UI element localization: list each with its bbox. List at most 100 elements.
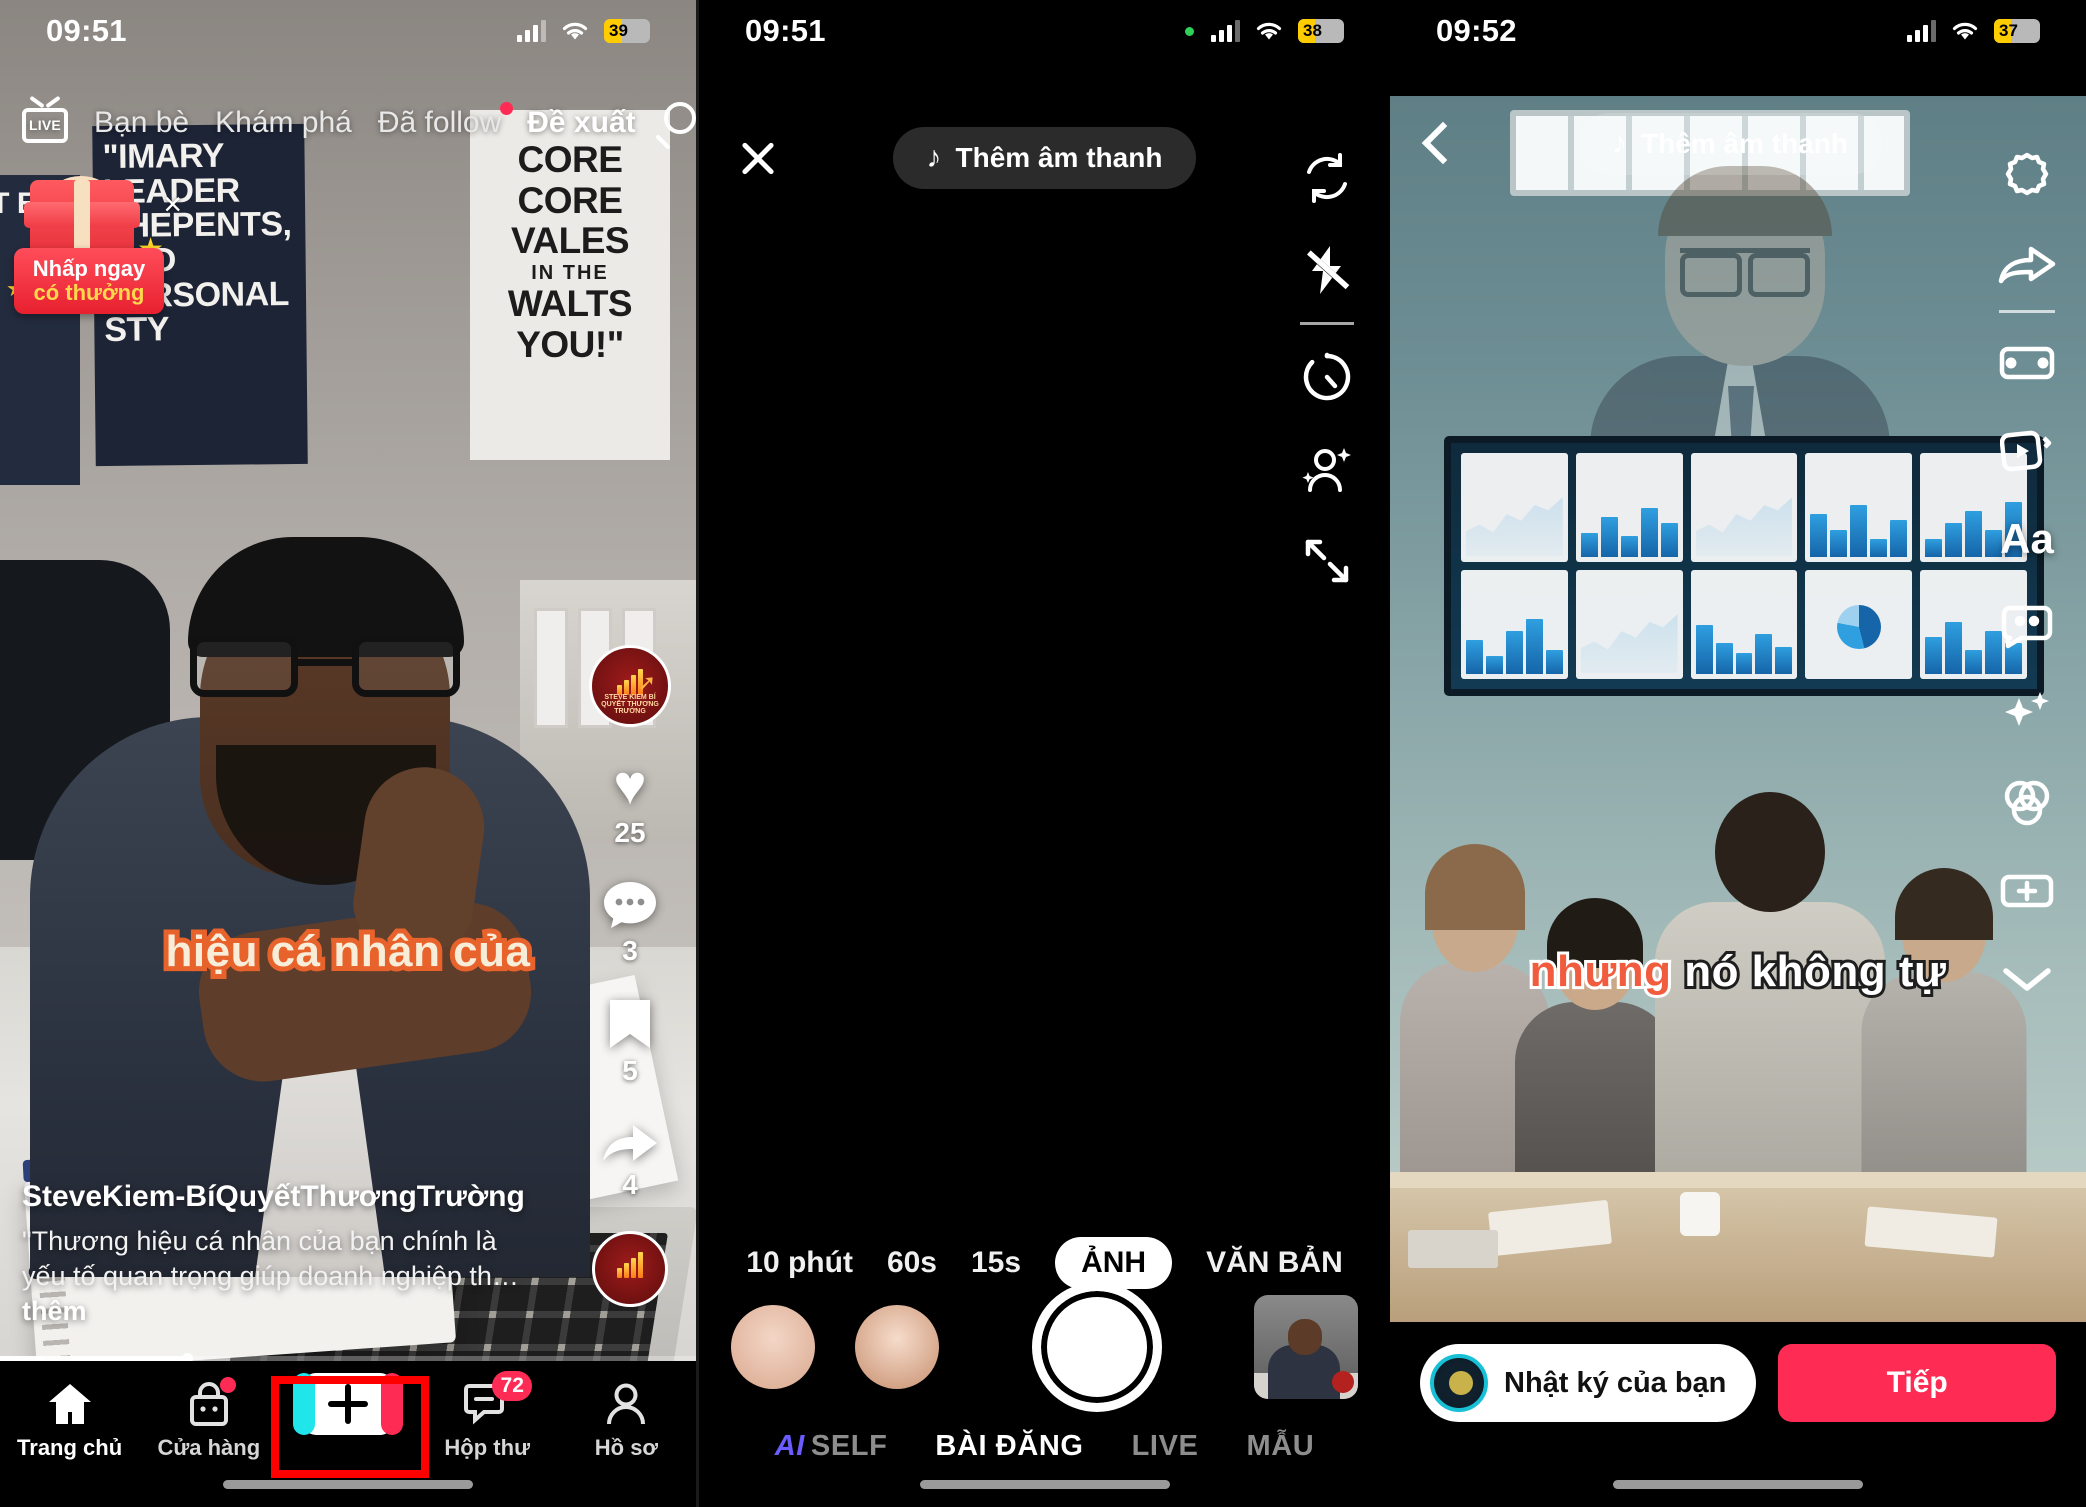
eyeglasses (190, 635, 460, 697)
comment-button[interactable]: 3 (602, 879, 658, 967)
create-plus-icon[interactable] (293, 1373, 403, 1435)
flash-off-icon[interactable] (1300, 224, 1354, 316)
gift-promo-banner[interactable]: ★ ★ Nhấp ngay có thưởng × (6, 172, 182, 322)
poster-line-small: IN THE (531, 262, 609, 285)
shop-notification-dot (219, 1377, 236, 1393)
trim-clip-icon[interactable] (1999, 319, 2055, 407)
status-time: 09:51 (46, 13, 127, 48)
nav-tab-following[interactable]: Đã follow (378, 102, 514, 140)
effect-thumbnail-1[interactable] (731, 1305, 815, 1389)
subtitle-rest: nó không tự (1671, 944, 1949, 999)
text-icon[interactable]: Aa (2000, 495, 2054, 583)
poster-line-5: YOU!" (516, 323, 624, 365)
camera-active-dot (1185, 26, 1194, 36)
nav-tab-explore[interactable]: Khám phá (215, 106, 352, 140)
next-button[interactable]: Tiếp (1778, 1344, 2056, 1422)
live-icon[interactable]: LIVE (22, 95, 68, 143)
filter-icon[interactable] (1999, 759, 2055, 847)
poster-line-4: WALTS (507, 283, 633, 325)
battery-icon: 37 (1994, 19, 2040, 43)
table-tablet (1408, 1230, 1498, 1268)
like-count: 25 (614, 817, 646, 848)
camera-tab-template[interactable]: MẪU (1246, 1430, 1314, 1463)
video-subtitle: hiệu cá nhân của (161, 922, 535, 981)
settings-gear-icon[interactable] (2000, 132, 2054, 220)
beautify-icon[interactable] (1299, 423, 1355, 515)
inbox-icon: 72 (464, 1371, 533, 1427)
cellular-signal-icon (517, 20, 546, 42)
tab-inbox[interactable]: 72 Hộp thư (418, 1371, 557, 1461)
avatar[interactable]: ➚ STEVE KIEM BÍ QUYẾT THƯƠNG TRƯỜNG (589, 645, 671, 727)
rail-divider (1300, 322, 1354, 325)
status-bar-feed: 09:51 39 (0, 0, 696, 62)
like-button[interactable]: ♥ 25 (613, 757, 646, 849)
add-icon[interactable] (1999, 847, 2055, 935)
dashboard-chart-cell (1575, 570, 1683, 679)
flip-camera-icon[interactable] (1299, 132, 1355, 224)
editor-preview-canvas[interactable] (1390, 96, 2086, 1322)
ai-prefix-label: AI (774, 1429, 805, 1462)
coffee-cup (1680, 1192, 1720, 1236)
home-indicator (1613, 1480, 1863, 1489)
tab-profile-label: Hồ sơ (594, 1435, 659, 1460)
tab-profile[interactable]: Hồ sơ (557, 1381, 696, 1461)
camera-top-bar: ♪ Thêm âm thanh (699, 122, 1390, 194)
gallery-thumbnail[interactable] (1254, 1295, 1358, 1399)
share-arrow-icon[interactable] (1998, 220, 2056, 308)
promo-line-1: Nhấp ngay (32, 256, 146, 282)
nav-tab-friends[interactable]: Bạn bè (94, 106, 189, 140)
wifi-icon (1256, 22, 1282, 40)
promo-plate[interactable]: Nhấp ngay có thưởng (14, 248, 164, 314)
video-subtitle: nhưng nó không tự (1527, 944, 1949, 999)
close-icon[interactable] (735, 135, 781, 181)
tab-create[interactable] (278, 1373, 417, 1435)
nav-tab-foryou[interactable]: Đề xuất (527, 106, 635, 140)
expand-icon[interactable] (1300, 515, 1354, 607)
search-icon[interactable] (655, 100, 696, 150)
camera-tab-aiself[interactable]: AI SELF (775, 1430, 888, 1463)
add-sound-label: Thêm âm thanh (1641, 128, 1848, 159)
conference-table (1390, 1172, 2086, 1322)
spinning-record-avatar[interactable] (592, 1231, 668, 1307)
diary-avatar (1430, 1354, 1488, 1412)
lens-left (190, 635, 298, 697)
see-more-link[interactable]: thêm (22, 1296, 87, 1326)
heart-icon: ♥ (613, 753, 647, 816)
video-description: "Thương hiệu cá nhân của bạn chính là yế… (22, 1224, 542, 1329)
effects-sparkle-icon[interactable] (1999, 671, 2055, 759)
wifi-icon (1952, 22, 1978, 40)
camera-viewfinder[interactable] (699, 148, 1390, 1177)
avatar-logo-text: STEVE KIEM BÍ QUYẾT THƯƠNG TRƯỜNG (601, 694, 659, 715)
status-bar-editor: 09:52 37 (1390, 0, 2086, 62)
feed-caption: SteveKiem-BíQuyếtThươngTrường "Thương hi… (22, 1180, 542, 1329)
diary-button-label: Nhật ký của bạn (1504, 1366, 1727, 1399)
description-text: "Thương hiệu cá nhân của bạn chính là yế… (22, 1225, 519, 1291)
diary-button[interactable]: Nhật ký của bạn (1420, 1344, 1757, 1422)
collapse-chevron-icon[interactable] (2000, 935, 2054, 1023)
inbox-badge: 72 (492, 1371, 533, 1401)
battery-percent: 37 (1999, 21, 2018, 40)
shutter-button[interactable] (1031, 1282, 1162, 1412)
status-time: 09:51 (745, 13, 826, 48)
tab-home[interactable]: Trang chủ (0, 1381, 139, 1461)
status-indicators: 39 (517, 19, 650, 43)
effect-thumbnail-2[interactable] (855, 1305, 939, 1389)
sticker-icon[interactable] (1999, 583, 2055, 671)
text-icon-label: Aa (2000, 515, 2054, 562)
add-sound-button[interactable]: ♪ Thêm âm thanh (892, 127, 1197, 189)
bookmark-button[interactable]: 5 (606, 997, 654, 1087)
username[interactable]: SteveKiem-BíQuyếtThươngTrường (22, 1180, 542, 1214)
camera-tab-aiself-label: SELF (810, 1429, 888, 1462)
camera-tab-live[interactable]: LIVE (1132, 1430, 1199, 1463)
back-chevron-icon[interactable] (1422, 120, 1452, 168)
dashboard-chart-cell (1690, 570, 1798, 679)
music-note-icon: ♪ (1612, 127, 1628, 160)
timer-icon[interactable] (1300, 331, 1354, 423)
add-sound-button[interactable]: ♪ Thêm âm thanh (1578, 113, 1882, 175)
share-button[interactable]: 4 (601, 1117, 659, 1201)
camera-mode-tabs: AI SELF BÀI ĐĂNG LIVE MẪU (699, 1403, 1390, 1489)
video-overlay-icon[interactable] (2000, 407, 2054, 495)
close-icon[interactable]: × (163, 188, 182, 220)
camera-tab-post[interactable]: BÀI ĐĂNG (935, 1430, 1083, 1463)
tab-shop[interactable]: Cửa hàng (139, 1377, 278, 1461)
